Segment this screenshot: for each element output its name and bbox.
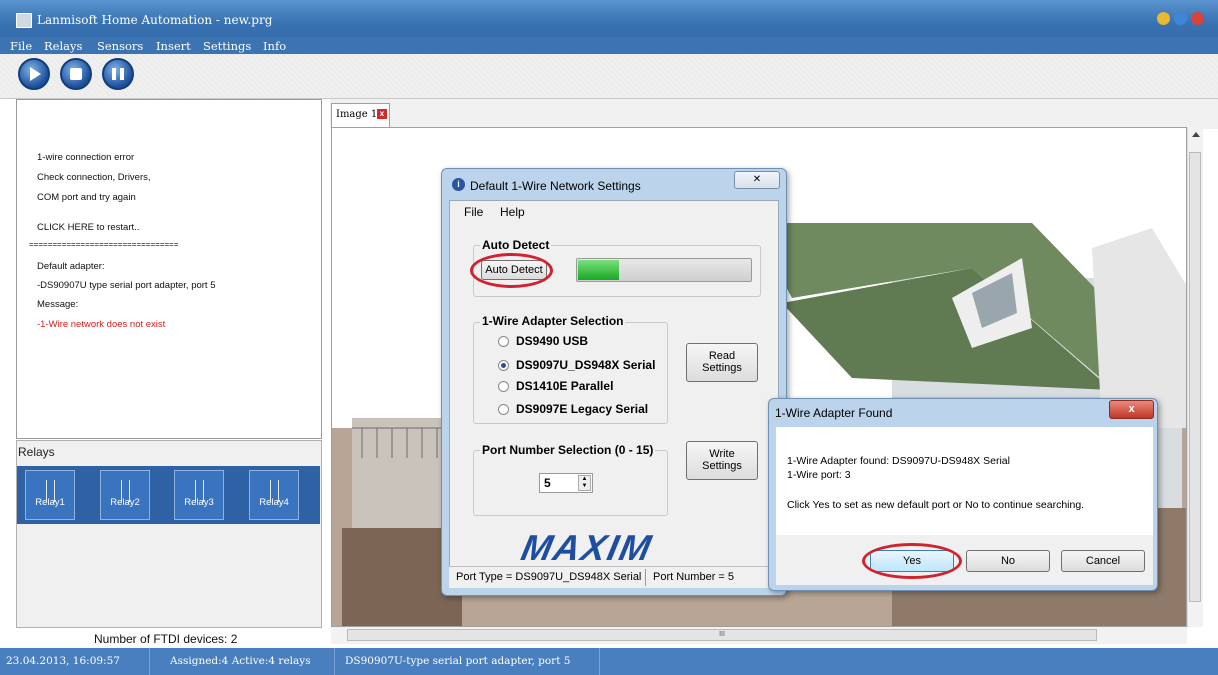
relay-button-4[interactable] (249, 470, 299, 520)
status-datetime: 23.04.2013, 16:09:57 (6, 648, 150, 675)
tab-label: Image 1 (336, 109, 378, 120)
dialog-title: Default 1-Wire Network Settings (470, 179, 641, 193)
tab-close-icon[interactable]: x (377, 109, 387, 119)
dialog-title: 1-Wire Adapter Found (775, 406, 893, 420)
title-bar: Lanmisoft Home Automation - new.prg (0, 0, 1218, 37)
menu-settings[interactable]: Settings (203, 39, 251, 53)
relay-button-1[interactable] (25, 470, 75, 520)
relay-label: Relay4 (259, 497, 289, 508)
radio-ds9097e[interactable] (498, 404, 509, 415)
status-divider (645, 569, 646, 586)
log-line: 1-wire connection error (37, 152, 135, 163)
found-line-3: Click Yes to set as new default port or … (787, 499, 1085, 511)
status-bar: 23.04.2013, 16:09:57 Assigned:4 Active:4… (0, 648, 1218, 675)
log-line: -DS90907U type serial port adapter, port… (37, 280, 216, 291)
status-port-type: Port Type = DS9097U_DS948X Serial (456, 571, 642, 583)
found-line-1: 1-Wire Adapter found: DS9097U-DS948X Ser… (787, 455, 1010, 467)
toolbar (0, 54, 1218, 99)
ftdi-device-count: Number of FTDI devices: 2 (94, 632, 238, 646)
button-label: Read (708, 350, 736, 362)
menu-info[interactable]: Info (263, 39, 286, 53)
highlight-ring (862, 543, 962, 579)
minimize-icon[interactable] (1157, 12, 1170, 25)
maximize-icon[interactable] (1174, 12, 1187, 25)
write-settings-button[interactable]: Write Settings (686, 441, 758, 480)
close-icon: ✕ (752, 174, 762, 185)
maxim-logo: MAXIM (517, 527, 657, 568)
dialog-close-button[interactable]: x (1109, 400, 1154, 419)
radio-ds9490[interactable] (498, 336, 509, 347)
radio-label: DS1410E Parallel (516, 379, 614, 393)
radio-label: DS9490 USB (516, 334, 589, 348)
button-label: Settings (702, 362, 742, 374)
relay-label: Relay2 (110, 497, 140, 508)
detect-progress-fill (578, 260, 619, 280)
menu-relays[interactable]: Relays (44, 39, 82, 53)
read-settings-button[interactable]: Read Settings (686, 343, 758, 382)
port-selection-title: Port Number Selection (0 - 15) (480, 443, 656, 457)
menu-sensors[interactable]: Sensors (97, 39, 143, 53)
highlight-ring (470, 253, 553, 288)
radio-label: DS9097U_DS948X Serial (516, 358, 656, 372)
vertical-scroll-thumb[interactable] (1189, 152, 1201, 602)
auto-detect-title: Auto Detect (480, 238, 552, 252)
dialog-menu-file[interactable]: File (464, 205, 483, 219)
tab-image-1[interactable]: Image 1 x (331, 103, 390, 127)
restart-link[interactable]: CLICK HERE to restart.. (37, 222, 139, 233)
relay-button-2[interactable] (100, 470, 150, 520)
menu-file[interactable]: File (10, 39, 32, 53)
dialog-close-button[interactable]: ✕ (734, 171, 780, 189)
status-adapter: DS90907U-type serial port adapter, port … (345, 648, 600, 675)
button-label: Write (709, 448, 735, 460)
dialog-status-bar: Port Type = DS9097U_DS948X Serial Port N… (449, 566, 771, 588)
status-port-number: Port Number = 5 (653, 571, 735, 583)
menu-insert[interactable]: Insert (156, 39, 191, 53)
close-icon: x (1128, 403, 1135, 415)
log-separator: ================================ (29, 240, 179, 249)
detect-progress-bar (576, 258, 752, 282)
port-number-value: 5 (544, 476, 551, 490)
dialog-menu-help[interactable]: Help (500, 205, 525, 219)
cancel-button[interactable]: Cancel (1061, 550, 1145, 572)
pause-icon[interactable] (102, 58, 134, 90)
relay-label: Relay1 (35, 497, 65, 508)
status-relays: Assigned:4 Active:4 relays (170, 648, 335, 675)
adapter-found-body: 1-Wire Adapter found: DS9097U-DS948X Ser… (776, 427, 1153, 535)
window-title: Lanmisoft Home Automation - new.prg (37, 13, 273, 27)
relay-button-3[interactable] (174, 470, 224, 520)
stop-icon[interactable] (60, 58, 92, 90)
radio-label: DS9097E Legacy Serial (516, 402, 649, 416)
log-line: Check connection, Drivers, (37, 172, 151, 183)
close-icon[interactable] (1191, 12, 1204, 25)
adapter-selection-title: 1-Wire Adapter Selection (480, 314, 626, 328)
tab-strip (330, 99, 1218, 129)
stepper-arrows-icon[interactable]: ▲ ▼ (578, 475, 591, 491)
error-message: -1-Wire network does not exist (37, 319, 166, 330)
port-number-stepper[interactable]: 5 ▲ ▼ (539, 473, 593, 493)
radio-ds9097u[interactable] (498, 360, 509, 371)
relay-label: Relay3 (184, 497, 214, 508)
app-icon (16, 13, 32, 28)
no-button[interactable]: No (966, 550, 1050, 572)
play-icon[interactable] (18, 58, 50, 90)
radio-ds1410e[interactable] (498, 381, 509, 392)
horizontal-scroll-thumb[interactable]: III (347, 629, 1097, 641)
menu-bar: File Relays Sensors Insert Settings Info (0, 37, 1218, 54)
info-icon: i (452, 178, 465, 191)
button-label: Settings (702, 460, 742, 472)
found-line-2: 1-Wire port: 3 (787, 469, 851, 481)
scroll-up-icon[interactable] (1188, 127, 1204, 143)
log-line: Message: (37, 299, 79, 310)
log-line: COM port and try again (37, 192, 136, 203)
log-line: Default adapter: (37, 261, 105, 272)
relays-title: Relays (18, 445, 59, 459)
